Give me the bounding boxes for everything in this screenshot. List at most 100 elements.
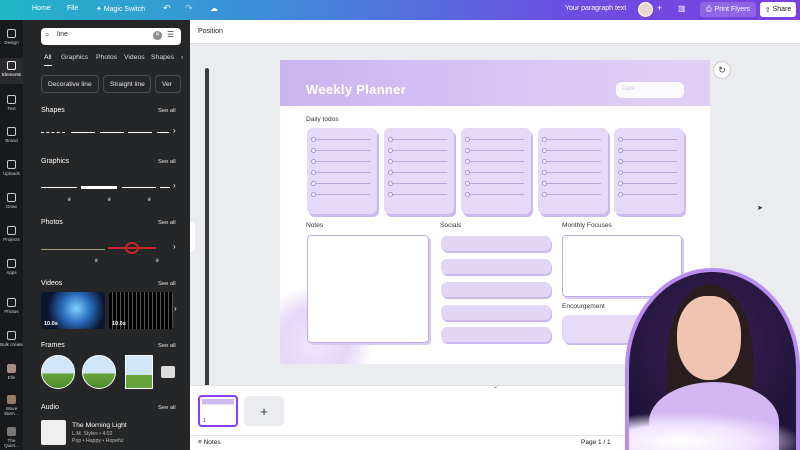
- graphic-thick-line[interactable]: [81, 186, 117, 189]
- tab-graphics[interactable]: Graphics: [61, 54, 88, 61]
- audio-see-all[interactable]: See all: [158, 405, 176, 411]
- search-input[interactable]: [57, 31, 147, 38]
- add-collaborator-icon[interactable]: +: [657, 3, 662, 13]
- encouragement-label[interactable]: Encourgement: [562, 303, 605, 310]
- share-button[interactable]: ⇪ Share: [760, 2, 796, 17]
- rail-item-uploads[interactable]: Uploads: [0, 160, 23, 176]
- audio-artist: L.M. Styles • 4:02: [72, 431, 113, 437]
- folder-icon: [7, 226, 16, 235]
- chip-vertical-line[interactable]: Ver: [155, 75, 181, 93]
- rail-item-elle[interactable]: Elle: [0, 364, 23, 380]
- search-box[interactable]: ⌕ ✕ ☰: [41, 28, 181, 45]
- position-button[interactable]: Position: [198, 28, 223, 35]
- monthly-focuses-label[interactable]: Monthly Focuses: [562, 222, 612, 229]
- cloud-save-icon[interactable]: ☁: [210, 4, 218, 13]
- clear-search-icon[interactable]: ✕: [153, 31, 162, 40]
- notes-box[interactable]: [307, 235, 429, 343]
- rail-item-brand[interactable]: Brand: [0, 127, 23, 143]
- social-pill[interactable]: [441, 327, 551, 342]
- page-thumbnail[interactable]: 1: [198, 395, 238, 427]
- tab-photos[interactable]: Photos: [96, 54, 117, 61]
- todo-card[interactable]: [614, 128, 684, 214]
- tabs-scroll-icon[interactable]: ›: [181, 54, 183, 61]
- add-page-button[interactable]: +: [244, 396, 284, 426]
- rail-item-bulk-create[interactable]: Bulk create: [0, 331, 23, 347]
- frame-circle[interactable]: [41, 355, 75, 389]
- undo-icon[interactable]: ↶: [163, 3, 171, 14]
- social-pill[interactable]: [441, 236, 551, 251]
- rail-item-elements[interactable]: Elements: [0, 58, 23, 84]
- magic-switch-button[interactable]: ✦ Magic Switch: [96, 5, 145, 13]
- rail-item-text[interactable]: Text: [0, 95, 23, 111]
- social-pill[interactable]: [441, 282, 551, 297]
- print-flyers-label: Print Flyers: [714, 6, 750, 13]
- photos-see-all[interactable]: See all: [158, 220, 176, 226]
- notes-label[interactable]: Notes: [306, 222, 323, 229]
- refresh-icon[interactable]: ↻: [713, 61, 731, 79]
- video-blue-mesh[interactable]: 10.0s: [41, 292, 105, 329]
- rail-item-design[interactable]: Design: [0, 29, 23, 45]
- photo-thread[interactable]: [41, 249, 105, 250]
- graphic-thin-line[interactable]: [41, 187, 77, 188]
- todo-card[interactable]: [307, 128, 377, 214]
- rail-item-draw[interactable]: Draw: [0, 193, 23, 209]
- videos-see-all[interactable]: See all: [158, 281, 176, 287]
- todo-card[interactable]: [384, 128, 454, 214]
- avatar[interactable]: [638, 2, 653, 17]
- tab-shapes[interactable]: Shapes: [151, 54, 174, 61]
- social-pill[interactable]: [441, 305, 551, 320]
- shape-dot-line[interactable]: [128, 132, 152, 133]
- shapes-next-icon[interactable]: ›: [173, 126, 176, 135]
- photo-red-ribbon[interactable]: [108, 240, 156, 256]
- tab-videos[interactable]: Videos: [124, 54, 145, 61]
- date-field[interactable]: Date: [616, 82, 684, 98]
- rail-item-the-quiet[interactable]: The Quiet...: [0, 427, 23, 448]
- shape-dashed-line[interactable]: [41, 132, 65, 133]
- print-flyers-button[interactable]: ⎙ Print Flyers: [700, 2, 756, 17]
- shape-tick-line[interactable]: [100, 132, 124, 133]
- graphics-next-icon[interactable]: ›: [173, 181, 176, 190]
- filter-icon[interactable]: ☰: [167, 30, 174, 39]
- social-pill[interactable]: [441, 259, 551, 274]
- todo-card[interactable]: [461, 128, 531, 214]
- videos-next-icon[interactable]: ›: [174, 304, 177, 313]
- video-dark-lines[interactable]: 10.0s: [109, 292, 173, 329]
- photos-next-icon[interactable]: ›: [173, 242, 176, 251]
- graphics-see-all[interactable]: See all: [158, 159, 176, 165]
- chip-decorative-line[interactable]: Decorative line: [41, 75, 99, 93]
- graphic-line-partial[interactable]: [160, 187, 170, 188]
- todo-card[interactable]: [538, 128, 608, 214]
- frame-partial[interactable]: [161, 366, 175, 378]
- graphic-line[interactable]: [122, 187, 156, 188]
- audio-title[interactable]: The Morning Light: [72, 422, 127, 429]
- planner-title[interactable]: Weekly Planner: [306, 82, 406, 97]
- tab-all[interactable]: All: [44, 54, 52, 66]
- rail-item-projects[interactable]: Projects: [0, 226, 23, 242]
- document-title[interactable]: Your paragraph text: [565, 5, 626, 12]
- daily-todos-label[interactable]: Daily todos: [306, 116, 339, 123]
- chip-straight-line[interactable]: Straight line: [103, 75, 151, 93]
- socials-label[interactable]: Socials: [440, 222, 461, 229]
- redo-icon[interactable]: ↷: [185, 3, 193, 14]
- expand-pages-icon[interactable]: ⌄: [493, 383, 498, 390]
- page-indicator[interactable]: Page 1 / 1: [581, 439, 611, 446]
- frames-see-all[interactable]: See all: [158, 343, 176, 349]
- home-menu[interactable]: Home: [32, 5, 51, 12]
- frame-circle[interactable]: [82, 355, 116, 389]
- frame-rectangle[interactable]: [125, 355, 153, 389]
- panel-scrollbar[interactable]: [205, 68, 209, 428]
- rail-item-photos[interactable]: Photos: [0, 298, 23, 314]
- brand-icon: [7, 127, 16, 136]
- audio-thumbnail[interactable]: [41, 420, 66, 445]
- rail-item-wave-elements[interactable]: Wave Elem...: [0, 395, 23, 416]
- premium-crown-icon: ♛: [155, 258, 160, 264]
- notes-button[interactable]: ≡ Notes: [198, 439, 221, 446]
- notes-button-label: Notes: [203, 439, 221, 446]
- shape-straight-line[interactable]: [71, 132, 95, 133]
- collapse-panel-handle[interactable]: [190, 222, 195, 252]
- rail-item-apps[interactable]: Apps: [0, 259, 23, 275]
- shapes-see-all[interactable]: See all: [158, 108, 176, 114]
- file-menu[interactable]: File: [67, 5, 78, 12]
- analytics-icon[interactable]: ▥: [678, 4, 686, 13]
- shape-arrow-line[interactable]: [157, 132, 169, 133]
